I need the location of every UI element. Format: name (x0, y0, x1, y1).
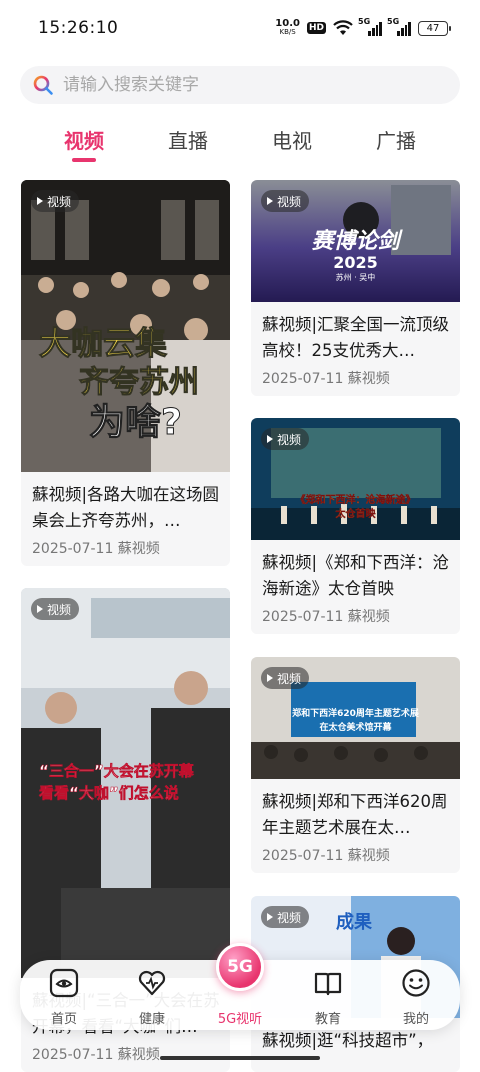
hd-voice-icon: HD (306, 22, 326, 34)
video-badge: 视频 (261, 428, 310, 450)
category-tabs: 视频 直播 电视 广播 (0, 124, 480, 168)
video-title: 蘇视频|各路大咖在这场圆桌会上齐夸苏州，… (32, 485, 220, 530)
video-card[interactable]: 视频 郑和下西洋620周年主题艺术展 在太仓美术馆开幕 蘇视频|郑和下西洋620… (251, 657, 460, 873)
video-card[interactable]: 视频 大咖云集 齐夸苏州 为啥? 蘇视频|各路大咖在这场圆桌会上齐夸苏州，… 2… (21, 180, 230, 566)
video-badge: 视频 (261, 190, 310, 212)
caption-line-3: 为啥? (89, 402, 183, 443)
nav-health[interactable]: 健康 (108, 960, 196, 1030)
video-thumbnail: 视频 《郑和下西洋：沧海新途》 太仓首映 (251, 418, 460, 540)
video-badge-label: 视频 (277, 432, 302, 447)
play-icon (37, 197, 43, 205)
caption-line-2: 在太仓美术馆开幕 (319, 723, 392, 733)
nav-education[interactable]: 教育 (284, 960, 372, 1030)
caption-line-2: 2025 (333, 253, 378, 272)
search-bar[interactable] (20, 66, 460, 104)
nav-education-label: 教育 (314, 1012, 341, 1027)
home-indicator[interactable] (160, 1056, 320, 1060)
video-thumbnail: 视频 郑和下西洋620周年主题艺术展 在太仓美术馆开幕 (251, 657, 460, 779)
caption-line-2: 太仓首映 (335, 509, 376, 520)
battery-icon: 47 (418, 20, 451, 36)
tab-radio[interactable]: 广播 (356, 124, 436, 164)
tab-live[interactable]: 直播 (148, 124, 228, 164)
video-badge-label: 视频 (277, 671, 302, 686)
play-icon (37, 605, 43, 613)
tab-video[interactable]: 视频 (44, 124, 124, 164)
net-speed: 10.0 KB/S (275, 19, 300, 37)
video-meta: 2025-07-11 蘇视频 (262, 848, 390, 864)
play-icon (267, 913, 273, 921)
caption-line-3: 苏州 · 吴中 (335, 273, 376, 282)
signal-2-tag: 5G (387, 17, 400, 26)
caption-line-2: 齐夸苏州 (79, 365, 200, 401)
search-icon (33, 75, 53, 95)
thumbnail-caption: 大咖云集 齐夸苏州 为啥? (39, 323, 229, 444)
play-icon (267, 674, 273, 682)
net-speed-unit: KB/S (279, 28, 296, 36)
video-meta: 2025-07-11 蘇视频 (262, 609, 390, 625)
nav-health-label: 健康 (138, 1012, 165, 1027)
search-input[interactable] (63, 75, 423, 95)
signal-5g-2-icon: 5G (387, 17, 411, 36)
caption-line-1: 大咖云集 (39, 324, 168, 363)
tab-tv[interactable]: 电视 (252, 124, 332, 164)
thumbnail-caption: 赛博论剑 2025 苏州 · 吴中 (251, 230, 460, 284)
video-badge: 视频 (31, 190, 80, 212)
home-icon (49, 968, 79, 998)
nav-home-label: 首页 (50, 1012, 77, 1027)
caption-line-1: “三合一”大会在苏开幕 (39, 762, 194, 781)
thumbnail-caption: “三合一”大会在苏开幕 看看“大咖”们怎么说 (39, 760, 229, 804)
bottom-nav: 首页 健康 5G视听 5G 教育 我的 (20, 943, 460, 1030)
5g-button-icon[interactable]: 5G (216, 943, 264, 991)
status-time: 15:26:10 (38, 18, 119, 38)
book-icon (314, 972, 342, 996)
video-card[interactable]: 视频 赛博论剑 2025 苏州 · 吴中 蘇视频|汇聚全国一流顶级高校！25支优… (251, 180, 460, 396)
video-badge: 视频 (261, 906, 310, 928)
video-title: 蘇视频|汇聚全国一流顶级高校！25支优秀大… (262, 315, 450, 360)
video-feed: 视频 大咖云集 齐夸苏州 为啥? 蘇视频|各路大咖在这场圆桌会上齐夸苏州，… 2… (0, 180, 480, 1072)
heart-icon (138, 970, 166, 996)
video-badge: 视频 (31, 598, 80, 620)
caption-line-1: 郑和下西洋620周年主题艺术展 (292, 709, 419, 719)
status-bar: 15:26:10 10.0 KB/S HD 5G 5G 47 (0, 0, 480, 56)
video-title: 蘇视频|郑和下西洋620周年主题艺术展在太… (262, 792, 448, 837)
status-icons: 10.0 KB/S HD 5G 5G 47 (275, 17, 451, 37)
video-title: 蘇视频|逛“科技超市”， (262, 1031, 434, 1050)
video-meta: 2025-07-11 蘇视频 (32, 1047, 160, 1063)
caption-line-2: 看看“大咖”们怎么说 (39, 784, 179, 803)
caption-line-1: 《郑和下西洋：沧海新途》 (295, 495, 416, 506)
video-thumbnail: 视频 赛博论剑 2025 苏州 · 吴中 (251, 180, 460, 302)
video-card[interactable]: 视频 《郑和下西洋：沧海新途》 太仓首映 蘇视频|《郑和下西洋：沧海新途》太仓首… (251, 418, 460, 634)
video-badge-label: 视频 (47, 194, 72, 209)
net-speed-value: 10.0 (275, 18, 300, 29)
wifi-icon (333, 20, 353, 35)
video-meta: 2025-07-11 蘇视频 (262, 371, 390, 387)
video-badge: 视频 (261, 667, 310, 689)
nav-5g-label: 5G视听 (217, 1012, 263, 1027)
signal-1-tag: 5G (358, 17, 371, 26)
play-icon (267, 197, 273, 205)
smiley-icon (402, 969, 430, 997)
nav-mine-label: 我的 (402, 1012, 429, 1027)
caption-line-1: 赛博论剑 (311, 229, 400, 254)
video-thumbnail: 视频 “三合一”大会在苏开幕 看看“大咖”们怎么说 (21, 588, 230, 978)
nav-mine[interactable]: 我的 (372, 960, 460, 1030)
video-meta: 2025-07-11 蘇视频 (32, 541, 160, 557)
play-icon (267, 435, 273, 443)
video-badge-label: 视频 (277, 194, 302, 209)
thumbnail-caption: 《郑和下西洋：沧海新途》 太仓首映 (251, 494, 460, 522)
thumbnail-caption: 郑和下西洋620周年主题艺术展 在太仓美术馆开幕 (251, 707, 460, 735)
video-badge-label: 视频 (47, 602, 72, 617)
video-title: 蘇视频|《郑和下西洋：沧海新途》太仓首映 (262, 553, 450, 598)
signal-5g-1-icon: 5G (358, 17, 382, 36)
video-thumbnail: 视频 大咖云集 齐夸苏州 为啥? (21, 180, 230, 472)
nav-home[interactable]: 首页 (20, 960, 108, 1030)
video-badge-label: 视频 (277, 910, 302, 925)
thumbnail-caption: 成果 (336, 912, 372, 933)
